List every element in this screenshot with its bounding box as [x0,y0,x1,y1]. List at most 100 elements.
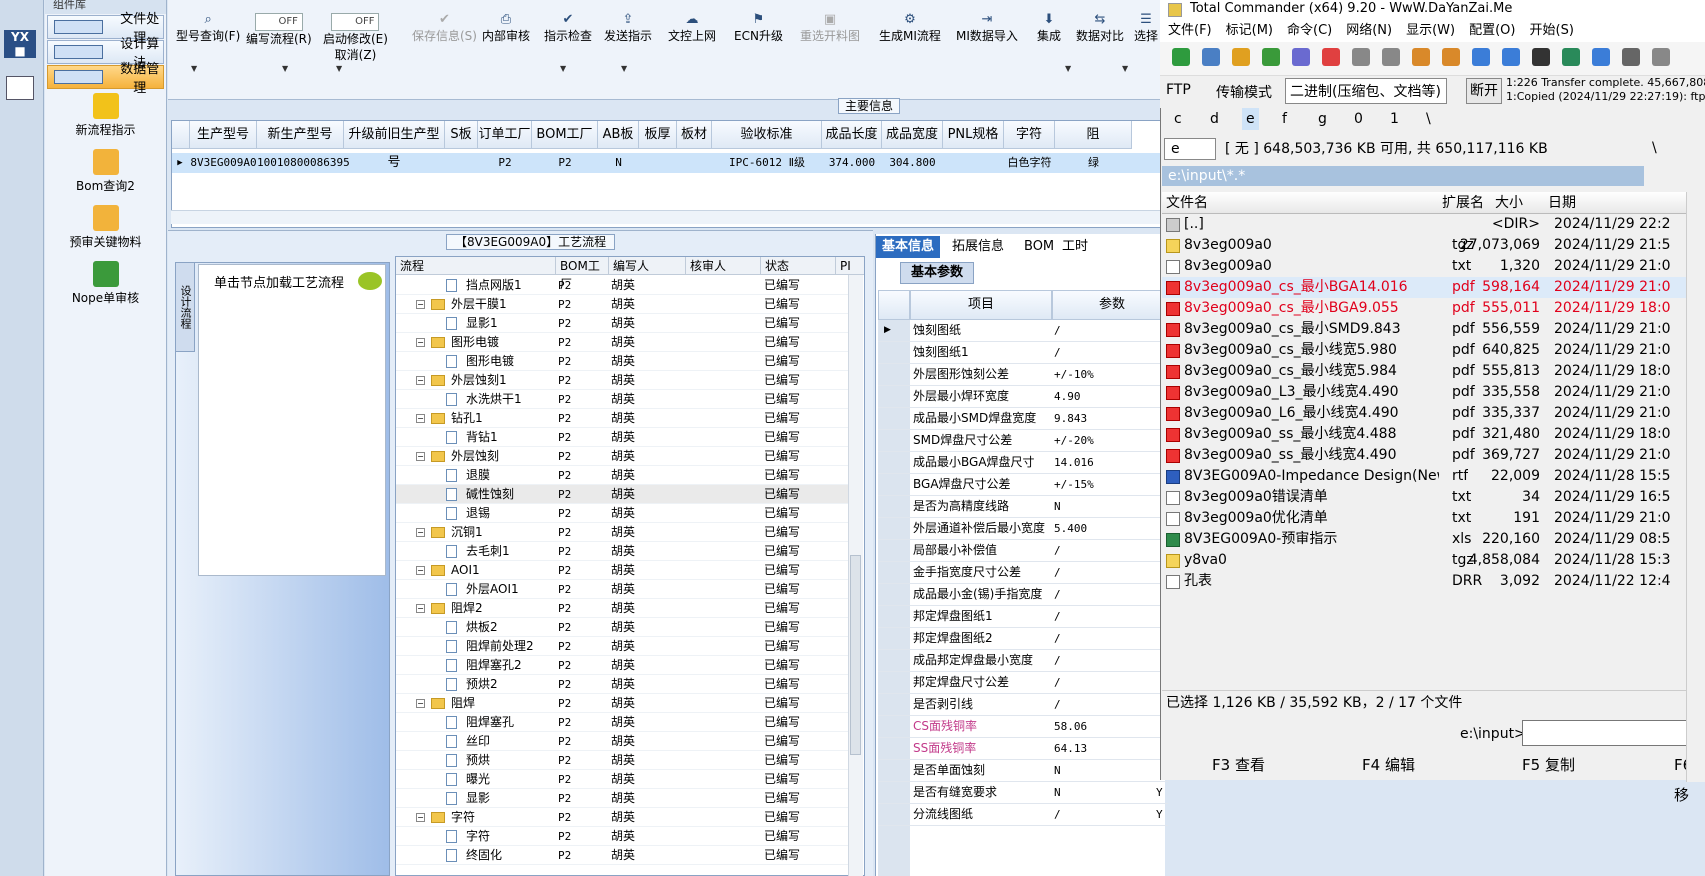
main-col-header[interactable]: AB板 [598,121,639,149]
nav-button-2[interactable]: 数据管理 [47,62,164,96]
file-col-header[interactable]: 大小 [1495,192,1523,214]
detail-tab-1[interactable]: 拓展信息 [946,236,1010,258]
fkey-button-2[interactable]: F5 复制 [1522,750,1575,780]
main-cell[interactable]: 白色字符 [1004,153,1055,173]
drive-button-7[interactable]: \ [1422,108,1435,130]
tree-row[interactable]: 终固化 P2 胡英 已编写 [396,846,851,865]
chevron-down-icon[interactable]: ▼ [560,64,566,73]
tree-col-header[interactable]: 编写人 [609,257,686,275]
param-row[interactable]: 成品最小SMD焊盘宽度 9.843 [878,408,1168,430]
tc-menu-item[interactable]: 标记(M) [1226,23,1273,38]
tree-row[interactable]: − 图形电镀 P2 胡英 已编写 [396,333,851,352]
tree-row[interactable]: − 外层干膜1 P2 胡英 已编写 [396,295,851,314]
main-cell[interactable] [943,153,1004,173]
tree-row[interactable]: − 字符 P2 胡英 已编写 [396,808,851,827]
chevron-down-icon[interactable]: ▼ [1122,64,1128,73]
param-row[interactable]: SS面残铜率 64.13 [878,738,1168,760]
collapse-icon[interactable]: − [416,376,425,385]
tree-row[interactable]: 退锡 P2 胡英 已编写 [396,504,851,523]
transfer-mode-select[interactable]: 二进制(压缩包、文档等) [1285,78,1447,104]
tc-tool-icon[interactable] [1412,48,1430,66]
tc-tool-icon[interactable] [1472,48,1490,66]
main-cell[interactable]: 绿 [1055,153,1132,173]
tc-tool-icon[interactable] [1262,48,1280,66]
toolbar-item-10[interactable]: ⚙ 生成MI流程 [879,12,941,44]
tree-row[interactable]: 退膜 P2 胡英 已编写 [396,466,851,485]
file-row[interactable]: [..] <DIR> 2024/11/29 22:2 [1162,214,1686,235]
main-cell[interactable] [344,153,445,173]
collapse-icon[interactable]: − [416,300,425,309]
tc-tool-icon[interactable] [1232,48,1250,66]
file-row[interactable]: 8V3EG009A0-Impedance Design(New)_... rtf 2… [1162,466,1686,487]
tc-tool-icon[interactable] [1592,48,1610,66]
main-col-header[interactable]: BOM工厂 [532,121,598,149]
param-row[interactable]: 邦定焊盘图纸1 / [878,606,1168,628]
off-toggle[interactable]: OFF [331,13,380,31]
main-col-header[interactable]: 阻 [1055,121,1132,149]
drive-button-2[interactable]: e [1242,108,1259,130]
main-col-header[interactable]: 成品宽度 [882,121,943,149]
main-col-header[interactable]: 生产型号 [190,121,257,149]
tree-col-header[interactable]: 核审人 [686,257,761,275]
toolbar-item-0[interactable]: ⌕ 型号查询(F) [176,12,240,44]
drive-button-5[interactable]: 0 [1350,108,1367,130]
tree-row[interactable]: 阻焊塞孔2 P2 胡英 已编写 [396,656,851,675]
tree-col-header[interactable]: 流程 [396,257,556,275]
nav-tool-0[interactable]: 新流程指示 [45,93,166,145]
file-row[interactable]: 孔表 DRR 3,092 2024/11/22 12:4 [1162,571,1686,592]
tc-tool-icon[interactable] [1352,48,1370,66]
tc-tool-icon[interactable] [1502,48,1520,66]
file-row[interactable]: 8v3eg009a0 txt 1,320 2024/11/29 21:0 [1162,256,1686,277]
tc-menu-item[interactable]: 命令(C) [1287,23,1332,38]
file-row[interactable]: 8v3eg009a0_cs_最小SMD9.843 pdf 556,559 2024/1… [1162,319,1686,340]
main-col-header[interactable]: PNL规格 [943,121,1004,149]
tc-tool-icon[interactable] [1202,48,1220,66]
toolbar-item-6[interactable]: ⇪ 发送指示 [604,12,652,44]
detail-tab-0[interactable]: 基本信息 [876,236,941,258]
param-row[interactable]: 是否单面蚀刻 N [878,760,1168,782]
detail-tab-2[interactable]: BOM [1018,236,1060,258]
tree-row[interactable]: 丝印 P2 胡英 已编写 [396,732,851,751]
tree-row[interactable]: − AOI1 P2 胡英 已编写 [396,561,851,580]
param-row[interactable]: 外层通道补偿后最小宽度 5.400 [878,518,1168,540]
param-row[interactable]: 成品最小BGA焊盘尺寸 14.016 [878,452,1168,474]
tree-row[interactable]: 背钻1 P2 胡英 已编写 [396,428,851,447]
tree-row[interactable]: 挡点网版1 P2 胡英 已编写 [396,276,851,295]
tc-menu-item[interactable]: 配置(O) [1469,23,1515,38]
tree-row[interactable]: 图形电镀 P2 胡英 已编写 [396,352,851,371]
main-col-header[interactable]: 板材 [677,121,712,149]
tc-tool-icon[interactable] [1292,48,1310,66]
param-row[interactable]: BGA焊盘尺寸公差 +/-15% [878,474,1168,496]
file-row[interactable]: 8v3eg009a0_cs_最小BGA14.016 pdf 598,164 2024/… [1162,277,1686,298]
main-cell[interactable]: 304.800 [882,153,943,173]
fkey-button-0[interactable]: F3 查看 [1212,750,1265,780]
param-row[interactable]: 分流线图纸 / Y [878,804,1168,826]
detail-header-param[interactable]: 参数 [1052,290,1172,320]
param-row[interactable]: 成品最小金(锡)手指宽度 / [878,584,1168,606]
toolbar-item-4[interactable]: ⎙ 内部审核 [482,12,530,44]
tc-tool-icon[interactable] [1322,48,1340,66]
file-col-header[interactable]: 文件名 [1166,192,1208,214]
drive-button-4[interactable]: g [1314,108,1331,130]
param-row[interactable]: 金手指宽度尺寸公差 / [878,562,1168,584]
main-col-header[interactable]: 升级前旧生产型号 [344,121,445,170]
toolbar-item-11[interactable]: ⇥ MI数据导入 [956,12,1018,44]
file-row[interactable]: 8v3eg009a0_ss_最小线宽4.488 pdf 321,480 2024/11… [1162,424,1686,445]
nav-tool-1[interactable]: Bom查询2 [45,149,166,201]
nav-tool-2[interactable]: 预审关键物料 [45,205,166,257]
param-row[interactable]: 邦定焊盘图纸2 / [878,628,1168,650]
file-col-header[interactable]: 日期 [1548,192,1576,214]
tools-icon[interactable] [6,76,34,100]
main-col-header[interactable]: 验收标准 [712,121,822,149]
main-cell[interactable]: 10010800086395 [257,153,350,173]
main-cell[interactable]: P2 [478,153,532,173]
param-row[interactable]: 成品邦定焊盘最小宽度 / [878,650,1168,672]
file-row[interactable]: 8v3eg009a0_cs_最小线宽5.980 pdf 640,825 2024/11… [1162,340,1686,361]
drive-select[interactable]: e [1164,138,1216,160]
toolbar-item-8[interactable]: ⚑ ECN升级 [734,12,783,44]
main-cell[interactable] [445,153,478,173]
collapse-icon[interactable]: − [416,452,425,461]
file-row[interactable]: 8v3eg009a0_ss_最小线宽4.490 pdf 369,727 2024/11… [1162,445,1686,466]
collapse-icon[interactable]: − [416,338,425,347]
off-toggle[interactable]: OFF [254,13,303,31]
